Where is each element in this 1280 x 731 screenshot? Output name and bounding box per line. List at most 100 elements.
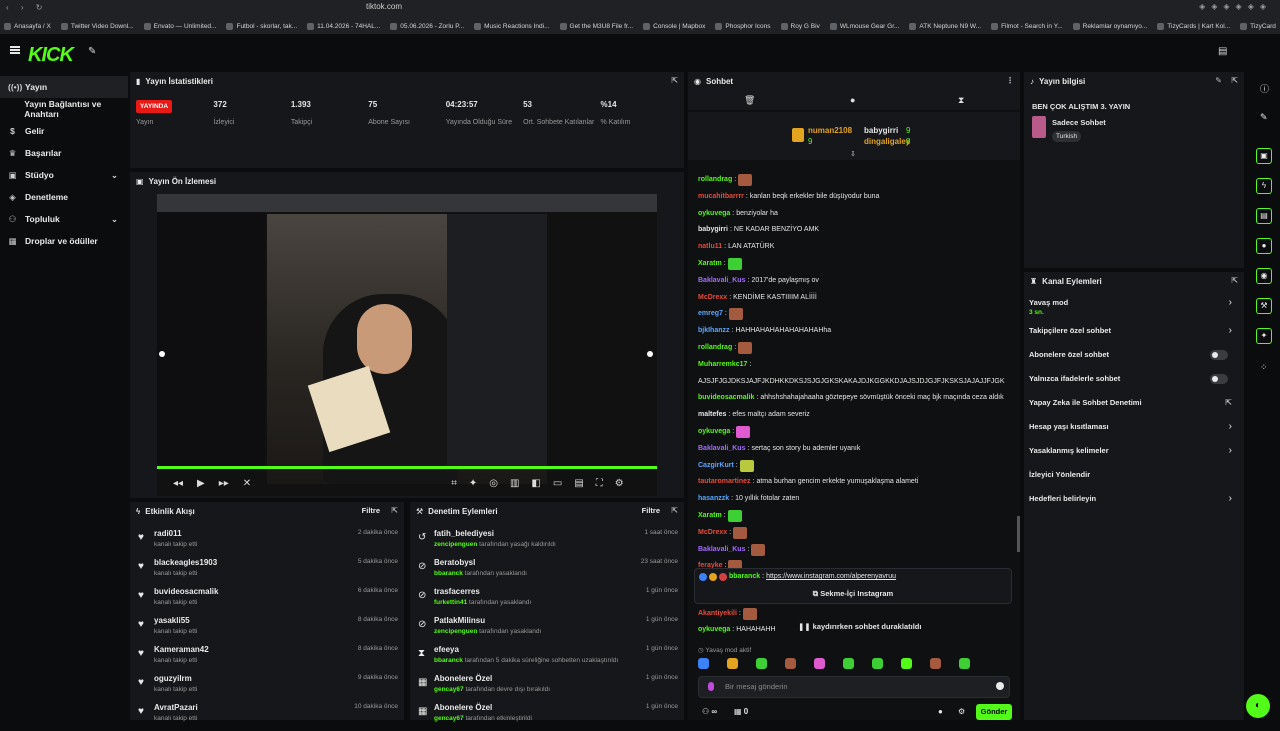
pinned-action-button[interactable]: ⧉ Sekme-İçi Instagram [695,589,1011,599]
sidebar-item[interactable]: Yayın Bağlantısı ve Anahtarı [0,98,128,120]
activity-row[interactable]: ♥ AvratPazari kanalı takip etti 10 dakika ö… [136,702,398,731]
chat-username[interactable]: rollandrag [698,342,732,354]
stats-overlay-icon[interactable]: ▥ [510,478,519,489]
moderation-target[interactable]: fatih_belediyesi [434,529,494,538]
help-fab[interactable]: ◐ [1246,694,1270,718]
chat-message[interactable]: mucahitbarrrr: kanlan beqk erkekler bile … [698,191,879,203]
chat-message[interactable]: babygirri: NE KADAR BENZİYO AMK [698,224,819,236]
chat-username[interactable]: CazgirKurt [698,460,734,472]
chat-username[interactable]: tautaromartinez [698,476,751,488]
browser-extensions[interactable]: ◈◈◈◈◈◈ [1199,2,1272,11]
sidebar-item[interactable]: ((•)) Yayın [0,76,128,98]
menu-icon[interactable] [10,46,20,54]
activity-user[interactable]: oguzyilrm [154,674,192,683]
bookmark-item[interactable]: TizyCards | Kart Kol... [1157,22,1230,30]
language-tag[interactable]: Turkish [1052,131,1082,142]
bookmark-item[interactable]: TizyCards | Kart Kol... [1240,22,1276,30]
chevron-right-icon[interactable]: › [1229,297,1232,308]
edit-icon[interactable]: ✎ [1215,76,1222,85]
chat-message[interactable]: oykuvega: [698,426,751,438]
bookmark-item[interactable]: Anasayfa / X [4,22,51,30]
sidebar-item[interactable]: ⚇ Topluluk ⌄ [0,208,128,230]
rail-clip-button[interactable]: ▣ [1256,148,1272,164]
rail-mod-button[interactable]: ⚒ [1256,298,1272,314]
emoji-icon[interactable] [996,682,1004,690]
chat-bubble-small-icon[interactable]: ● [938,707,943,716]
theater-icon[interactable]: ▭ [553,478,562,489]
chat-username[interactable]: Muharremkc17 [698,359,747,371]
bookmark-item[interactable]: 05.06.2026 - Zorlu P... [390,22,464,30]
rail-tools-button[interactable]: ✦ [1256,328,1272,344]
chat-username[interactable]: oykuvega [698,624,730,636]
moderation-target[interactable]: efeeya [434,645,459,654]
activity-row[interactable]: ♥ Kameraman42 kanalı takip etti 8 dakika ön… [136,644,398,673]
chat-message[interactable]: natlu11: LAN ATATÜRK [698,241,774,253]
chat-username[interactable]: McDrexx [698,527,727,539]
rail-chat-button[interactable]: ● [1256,238,1272,254]
moderator-name[interactable]: bbaranck [434,657,463,664]
category-name[interactable]: Sadece Sohbet [1052,118,1106,127]
fullscreen-icon[interactable]: ⛶ [596,478,603,489]
chat-message[interactable]: bjkIhanzz: HAHHAHAHAHAHAHAHAHha [698,325,831,337]
chat-message[interactable]: Baklavali_Kus: [698,543,766,556]
moderation-target[interactable]: Abonelere Özel [434,703,492,712]
mute-icon[interactable]: ✕ [243,478,251,489]
chat-username[interactable]: mucahitbarrrr [698,191,744,203]
chat-message[interactable]: Xaratm: [698,510,742,522]
chat-paused-notice[interactable]: ❚❚ kaydırırken sohbet duraklatıldı [798,622,921,631]
activity-row[interactable]: ♥ oguzyilrm kanalı takip etti 9 dakika önce [136,673,398,702]
channel-action[interactable]: Hesap yaşı kısıtlaması [1029,422,1109,431]
rewind-icon[interactable]: ◂◂ [173,478,183,489]
chat-scrollbar[interactable] [1017,516,1020,552]
moderator-name[interactable]: gencay67 [434,715,464,722]
quick-emote-icon[interactable] [785,658,796,669]
chat-username[interactable]: babygirri [698,224,728,236]
add-widget-icon[interactable]: ⁘ [1260,362,1268,373]
crop-handle-right[interactable] [647,351,653,357]
chat-message[interactable]: Baklavali_Kus:2017'de paylaşmış ov [698,275,819,287]
sparkle-icon[interactable]: ✦ [469,478,477,489]
trash-icon[interactable]: 🗑 [744,95,755,106]
channel-action[interactable]: Takipçilere özel sohbet [1029,326,1111,335]
chat-message[interactable]: McDrexx: [698,526,748,539]
more-icon[interactable]: ⋮ [1006,76,1014,85]
channel-action[interactable]: Yasaklanmış kelimeler [1029,446,1109,455]
moderation-target[interactable]: trasfacerres [434,587,480,596]
popout-icon[interactable]: ⇱ [391,506,398,515]
chevron-right-icon[interactable]: › [1229,325,1232,336]
expand-icon[interactable]: ⇩ [850,150,856,158]
activity-row[interactable]: ♥ yasakli55 kanalı takip etti 8 dakika önce [136,615,398,644]
chat-message[interactable]: Xaratm: [698,258,742,270]
chat-message[interactable]: Muharremkc17: [698,359,751,371]
chat-message[interactable]: maltefes: efes maltçı adam severiz [698,409,810,421]
top-user-3[interactable]: dingaligaley [864,137,910,146]
bookmark-item[interactable]: WLmouse Gear Gr... [829,22,899,30]
chat-message[interactable]: CazgirKurt: [698,459,754,472]
quick-emote-icon[interactable] [959,658,970,669]
activity-user[interactable]: blackeagles1903 [154,558,217,567]
popout-icon[interactable]: ⇱ [1231,76,1238,85]
rail-bolt-button[interactable]: ϟ [1256,178,1272,194]
chevron-right-icon[interactable]: › [1229,493,1232,504]
chat-settings-icon[interactable]: ⚙ [958,707,965,716]
moderation-row[interactable]: ⧗ efeeya bbaranck tarafından 5 dakika süre… [416,644,678,673]
chat-username[interactable]: buvideosacmalik [698,392,754,404]
channel-action[interactable]: Yalnızca ifadelerle sohbet [1029,374,1120,383]
chat-username[interactable]: Baklavali_Kus [698,275,745,287]
moderator-name[interactable]: furkettin41 [434,599,467,606]
channel-action[interactable]: Hedefleri belirleyin [1029,494,1096,503]
activity-row[interactable]: ♥ buvideosacmalik kanalı takip etti 6 dakik… [136,586,398,615]
chat-username[interactable]: maltefes [698,409,726,421]
crop-handle-left[interactable] [159,351,165,357]
channel-action[interactable]: Yavaş mod 3 sn. [1029,298,1068,316]
bookmark-item[interactable]: Futbol - skorlar, tak... [226,22,297,30]
moderation-target[interactable]: Abonelere Özel [434,674,492,683]
bookmark-item[interactable]: Music Reactions Indi... [474,22,550,30]
bookmark-item[interactable]: Phosphor Icons [715,22,771,30]
chat-username[interactable]: Baklavali_Kus [698,443,745,455]
sidebar-item[interactable]: $ Gelir [0,120,128,142]
activity-row[interactable]: ♥ radi011 kanalı takip etti 2 dakika önce [136,528,398,557]
pencil-icon[interactable]: ✎ [1260,112,1268,123]
activity-user[interactable]: yasakli55 [154,616,190,625]
sidebar-item[interactable]: ♛ Başarılar [0,142,128,164]
